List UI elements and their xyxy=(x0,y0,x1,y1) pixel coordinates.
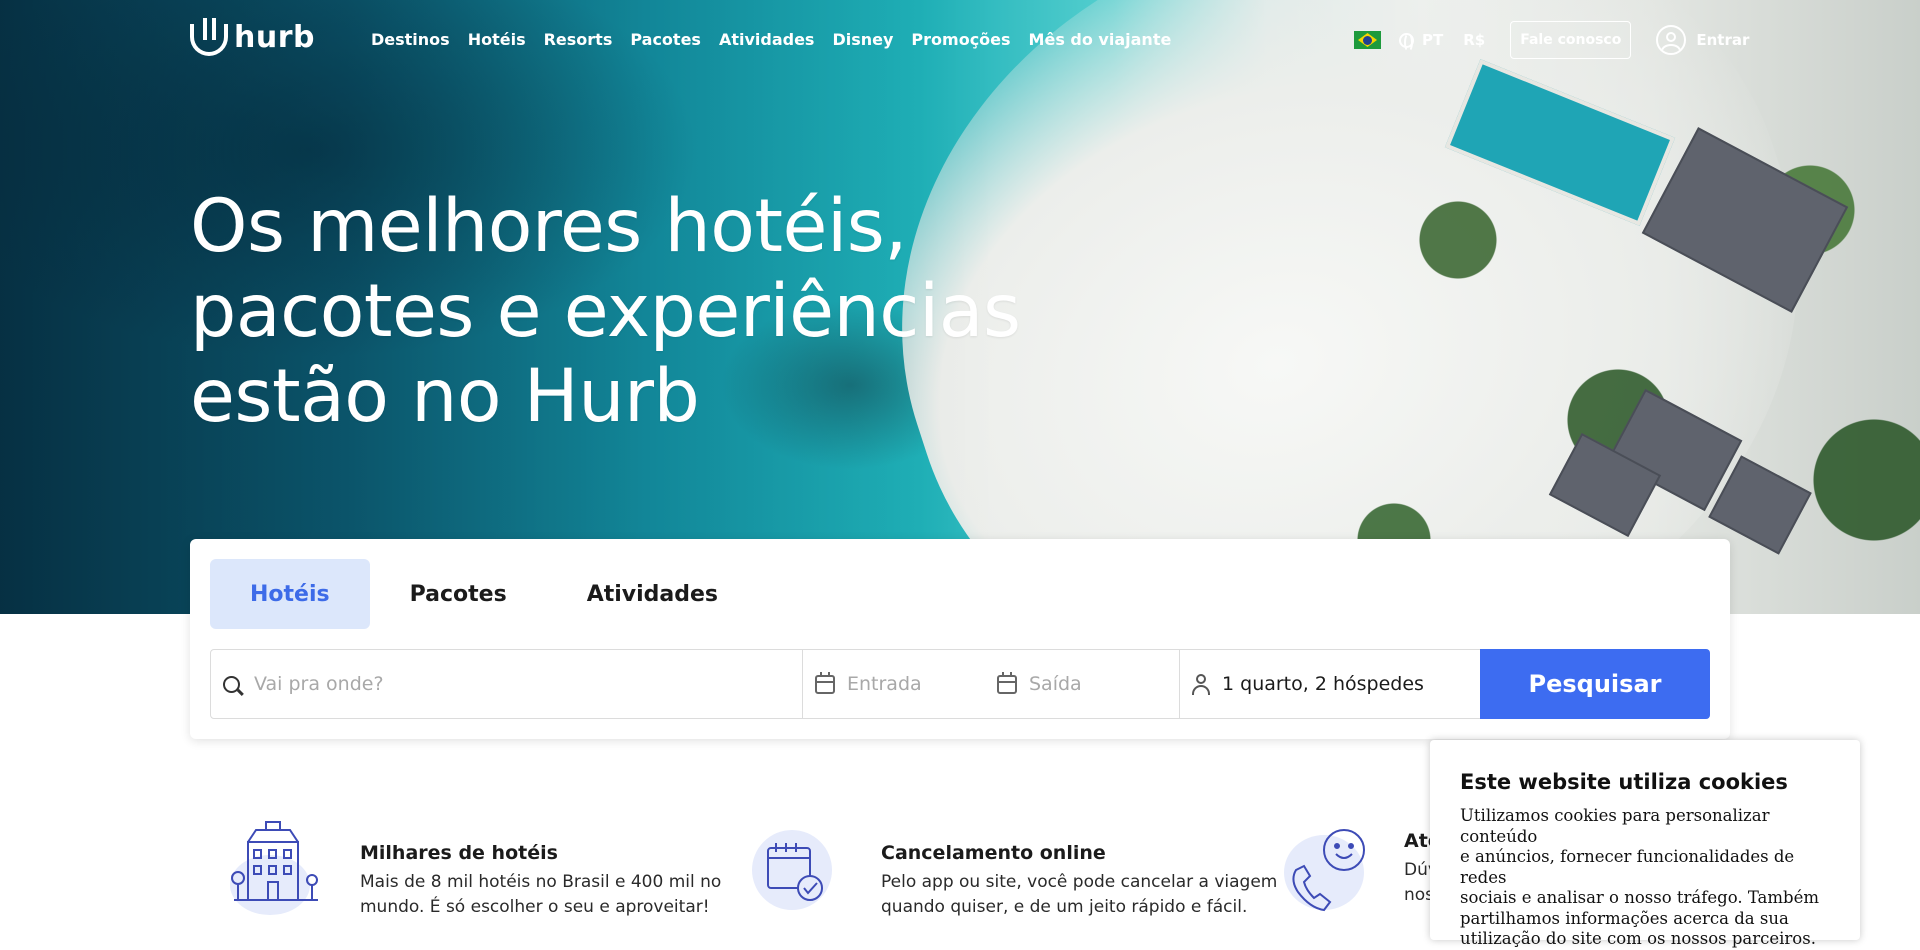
hero-headline: Os melhores hotéis, pacotes e experiênci… xyxy=(190,184,1090,439)
cookie-text-line: Utilizamos cookies para personalizar con… xyxy=(1460,806,1770,846)
destination-input[interactable]: Vai pra onde? xyxy=(254,673,384,695)
globe-icon xyxy=(1399,32,1414,52)
top-header: hurb Destinos Hotéis Resorts Pacotes Ati… xyxy=(0,0,1920,82)
logo-text: hurb xyxy=(234,19,315,55)
guests-field[interactable]: 1 quarto, 2 hóspedes xyxy=(1180,650,1480,718)
nav-hoteis[interactable]: Hotéis xyxy=(468,30,526,49)
search-button[interactable]: Pesquisar xyxy=(1480,649,1710,719)
tab-atividades[interactable]: Atividades xyxy=(547,559,758,629)
tab-hoteis[interactable]: Hotéis xyxy=(210,559,370,629)
headline-line: Os melhores hotéis, xyxy=(190,184,907,269)
nav-mes-do-viajante[interactable]: Mês do viajante xyxy=(1029,30,1172,49)
cookie-text-line: utilização do site com os nossos parceir… xyxy=(1460,929,1816,948)
cookie-text-line: partilhamos informações acerca da sua xyxy=(1460,908,1789,928)
checkout-field[interactable]: Saída xyxy=(997,671,1179,695)
cookie-banner: Este website utiliza cookies Utilizamos … xyxy=(1430,740,1860,948)
cookie-text: Utilizamos cookies para personalizar con… xyxy=(1460,806,1830,950)
currency-selector[interactable]: R$ xyxy=(1463,31,1485,49)
search-form: Vai pra onde? Entrada Saída 1 quarto, 2 … xyxy=(210,649,1710,719)
cookie-text-line: sociais e analisar o nosso tráfego. Tamb… xyxy=(1460,888,1820,907)
feature-title: Milhares de hotéis xyxy=(360,842,558,864)
nav-resorts[interactable]: Resorts xyxy=(544,30,613,49)
calendar-icon xyxy=(815,671,835,694)
person-icon xyxy=(1192,674,1210,695)
header-actions: PT R$ Fale conosco Entrar xyxy=(1354,20,1749,60)
headline-line: pacotes e experiências xyxy=(190,269,1021,354)
checkin-input[interactable]: Entrada xyxy=(847,673,922,695)
login-link[interactable]: Entrar xyxy=(1696,31,1749,49)
hotel-building-icon xyxy=(231,821,318,901)
dates-field: Entrada Saída xyxy=(803,650,1180,718)
feature-text: Cancelamento online Pelo app ou site, vo… xyxy=(881,842,1277,920)
feature-title: Cancelamento online xyxy=(881,842,1106,864)
phone-chat-icon xyxy=(1292,829,1365,912)
headline-line: estão no Hurb xyxy=(190,354,700,439)
feature-text: Milhares de hotéis Mais de 8 mil hotéis … xyxy=(360,842,721,920)
user-icon[interactable] xyxy=(1656,25,1687,55)
nav-disney[interactable]: Disney xyxy=(832,30,893,49)
hurb-logo[interactable]: hurb xyxy=(190,18,315,56)
nav-promocoes[interactable]: Promoções xyxy=(911,30,1010,49)
calendar-check-icon xyxy=(767,843,823,901)
guests-value[interactable]: 1 quarto, 2 hóspedes xyxy=(1222,673,1424,695)
nav-destinos[interactable]: Destinos xyxy=(371,30,450,49)
hurb-logo-icon xyxy=(190,18,228,56)
brazil-flag-icon[interactable] xyxy=(1354,31,1381,49)
feature-desc-line: Pelo app ou site, você pode cancelar a v… xyxy=(881,872,1278,892)
destination-field[interactable]: Vai pra onde? xyxy=(211,650,803,718)
cookie-title: Este website utiliza cookies xyxy=(1460,770,1788,794)
feature-desc-line: quando quiser, e de um jeito rápido e fá… xyxy=(881,897,1248,917)
search-icon xyxy=(223,675,240,693)
checkin-field[interactable]: Entrada xyxy=(815,671,997,695)
nav-atividades[interactable]: Atividades xyxy=(719,30,815,49)
nav-pacotes[interactable]: Pacotes xyxy=(630,30,701,49)
cookie-text-line: e anúncios, fornecer funcionalidades de … xyxy=(1460,847,1795,887)
checkout-input[interactable]: Saída xyxy=(1029,673,1082,695)
search-tabs: Hotéis Pacotes Atividades xyxy=(210,559,758,629)
main-nav: Destinos Hotéis Resorts Pacotes Atividad… xyxy=(371,30,1171,49)
tab-pacotes[interactable]: Pacotes xyxy=(370,559,547,629)
feature-desc-line: mundo. É só escolher o seu e aproveitar! xyxy=(360,897,710,917)
language-selector[interactable]: PT xyxy=(1422,31,1443,49)
calendar-icon xyxy=(997,671,1017,694)
search-card: Hotéis Pacotes Atividades Vai pra onde? … xyxy=(190,539,1730,739)
contact-button[interactable]: Fale conosco xyxy=(1510,21,1632,59)
feature-desc-line: Mais de 8 mil hotéis no Brasil e 400 mil… xyxy=(360,872,722,892)
